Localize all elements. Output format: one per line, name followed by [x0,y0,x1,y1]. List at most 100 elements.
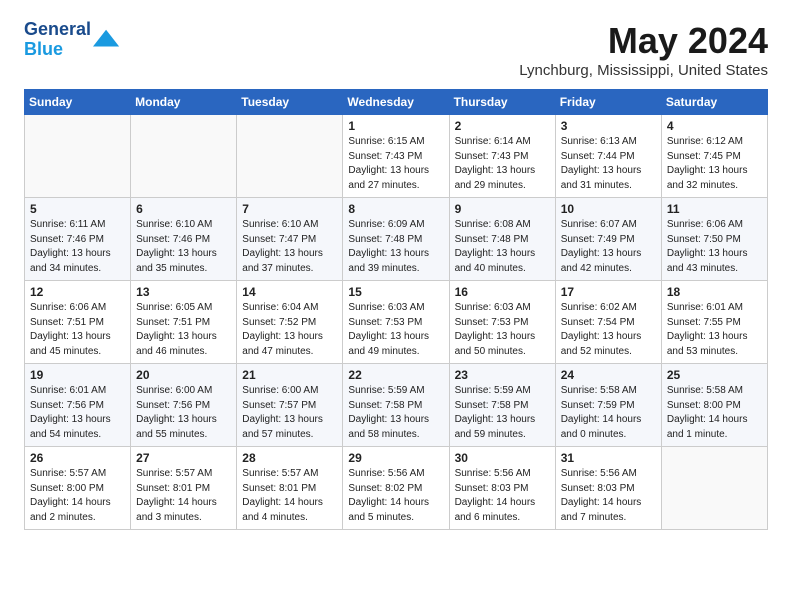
cell-text: Sunrise: 6:09 AMSunset: 7:48 PMDaylight:… [348,218,443,276]
day-number: 21 [242,368,337,382]
calendar-week-row: 26Sunrise: 5:57 AMSunset: 8:00 PMDayligh… [25,447,768,530]
cell-text: Sunrise: 5:59 AMSunset: 7:58 PMDaylight:… [348,384,443,442]
day-number: 25 [667,368,762,382]
day-number: 24 [561,368,656,382]
calendar-cell: 19 Sunrise: 6:01 AMSunset: 7:56 PMDayligh… [25,364,131,447]
cell-text: Sunrise: 6:10 AMSunset: 7:46 PMDaylight:… [136,218,231,276]
calendar-cell: 16 Sunrise: 6:03 AMSunset: 7:53 PMDayligh… [449,281,555,364]
day-number: 3 [561,119,656,133]
calendar-cell: 14 Sunrise: 6:04 AMSunset: 7:52 PMDayligh… [237,281,343,364]
calendar-page: GeneralBlue May 2024 Lynchburg, Mississi… [0,0,792,546]
calendar-cell: 8 Sunrise: 6:09 AMSunset: 7:48 PMDaylight… [343,198,449,281]
cell-text: Sunrise: 6:07 AMSunset: 7:49 PMDaylight:… [561,218,656,276]
day-number: 8 [348,202,443,216]
day-number: 20 [136,368,231,382]
calendar-cell: 6 Sunrise: 6:10 AMSunset: 7:46 PMDaylight… [131,198,237,281]
cell-text: Sunrise: 6:06 AMSunset: 7:50 PMDaylight:… [667,218,762,276]
calendar-cell: 11 Sunrise: 6:06 AMSunset: 7:50 PMDayligh… [661,198,767,281]
day-number: 6 [136,202,231,216]
day-number: 18 [667,285,762,299]
calendar-cell: 12 Sunrise: 6:06 AMSunset: 7:51 PMDayligh… [25,281,131,364]
weekday-header-monday: Monday [131,90,237,115]
day-number: 11 [667,202,762,216]
day-number: 12 [30,285,125,299]
cell-text: Sunrise: 6:15 AMSunset: 7:43 PMDaylight:… [348,135,443,193]
day-number: 9 [455,202,550,216]
day-number: 27 [136,451,231,465]
calendar-cell: 2 Sunrise: 6:14 AMSunset: 7:43 PMDaylight… [449,115,555,198]
calendar-cell: 23Sunrise: 5:59 AMSunset: 7:58 PMDayligh… [449,364,555,447]
calendar-cell: 13Sunrise: 6:05 AMSunset: 7:51 PMDayligh… [131,281,237,364]
day-number: 19 [30,368,125,382]
weekday-header-saturday: Saturday [661,90,767,115]
day-number: 30 [455,451,550,465]
calendar-week-row: 19 Sunrise: 6:01 AMSunset: 7:56 PMDayligh… [25,364,768,447]
logo-text: GeneralBlue [24,20,91,60]
calendar-cell: 17 Sunrise: 6:02 AMSunset: 7:54 PMDayligh… [555,281,661,364]
day-number: 26 [30,451,125,465]
cell-text: Sunrise: 6:05 AMSunset: 7:51 PMDaylight:… [136,301,231,359]
cell-text: Sunrise: 6:04 AMSunset: 7:52 PMDaylight:… [242,301,337,359]
calendar-cell: 24 Sunrise: 5:58 AMSunset: 7:59 PMDayligh… [555,364,661,447]
header: GeneralBlue May 2024 Lynchburg, Mississi… [24,20,768,79]
cell-text: Sunrise: 6:00 AMSunset: 7:57 PMDaylight:… [242,384,337,442]
logo-icon [93,26,121,54]
cell-text: Sunrise: 5:56 AMSunset: 8:02 PMDaylight:… [348,467,443,525]
calendar-cell: 10Sunrise: 6:07 AMSunset: 7:49 PMDayligh… [555,198,661,281]
calendar-cell [237,115,343,198]
weekday-header-row: SundayMondayTuesdayWednesdayThursdayFrid… [25,90,768,115]
calendar-week-row: 5Sunrise: 6:11 AMSunset: 7:46 PMDaylight… [25,198,768,281]
cell-text: Sunrise: 6:12 AMSunset: 7:45 PMDaylight:… [667,135,762,193]
day-number: 15 [348,285,443,299]
calendar-cell: 22 Sunrise: 5:59 AMSunset: 7:58 PMDayligh… [343,364,449,447]
calendar-cell: 29 Sunrise: 5:56 AMSunset: 8:02 PMDayligh… [343,447,449,530]
calendar-cell: 26Sunrise: 5:57 AMSunset: 8:00 PMDayligh… [25,447,131,530]
calendar-table: SundayMondayTuesdayWednesdayThursdayFrid… [24,89,768,530]
calendar-cell: 20 Sunrise: 6:00 AMSunset: 7:56 PMDayligh… [131,364,237,447]
calendar-cell: 25 Sunrise: 5:58 AMSunset: 8:00 PMDayligh… [661,364,767,447]
calendar-cell: 4Sunrise: 6:12 AMSunset: 7:45 PMDaylight… [661,115,767,198]
cell-text: Sunrise: 6:10 AMSunset: 7:47 PMDaylight:… [242,218,337,276]
calendar-cell: 9 Sunrise: 6:08 AMSunset: 7:48 PMDaylight… [449,198,555,281]
weekday-header-friday: Friday [555,90,661,115]
cell-text: Sunrise: 5:56 AMSunset: 8:03 PMDaylight:… [561,467,656,525]
day-number: 29 [348,451,443,465]
calendar-cell: 30 Sunrise: 5:56 AMSunset: 8:03 PMDayligh… [449,447,555,530]
calendar-week-row: 12 Sunrise: 6:06 AMSunset: 7:51 PMDayligh… [25,281,768,364]
calendar-cell [25,115,131,198]
calendar-cell: 28Sunrise: 5:57 AMSunset: 8:01 PMDayligh… [237,447,343,530]
logo: GeneralBlue [24,20,121,60]
weekday-header-thursday: Thursday [449,90,555,115]
cell-text: Sunrise: 6:03 AMSunset: 7:53 PMDaylight:… [348,301,443,359]
cell-text: Sunrise: 6:14 AMSunset: 7:43 PMDaylight:… [455,135,550,193]
cell-text: Sunrise: 6:01 AMSunset: 7:55 PMDaylight:… [667,301,762,359]
cell-text: Sunrise: 6:03 AMSunset: 7:53 PMDaylight:… [455,301,550,359]
calendar-cell: 18 Sunrise: 6:01 AMSunset: 7:55 PMDayligh… [661,281,767,364]
calendar-cell: 7Sunrise: 6:10 AMSunset: 7:47 PMDaylight… [237,198,343,281]
weekday-header-sunday: Sunday [25,90,131,115]
cell-text: Sunrise: 6:01 AMSunset: 7:56 PMDaylight:… [30,384,125,442]
cell-text: Sunrise: 5:56 AMSunset: 8:03 PMDaylight:… [455,467,550,525]
day-number: 16 [455,285,550,299]
calendar-cell [131,115,237,198]
cell-text: Sunrise: 5:58 AMSunset: 7:59 PMDaylight:… [561,384,656,442]
month-title: May 2024 [519,20,768,62]
cell-text: Sunrise: 6:06 AMSunset: 7:51 PMDaylight:… [30,301,125,359]
day-number: 14 [242,285,337,299]
calendar-cell: 1Sunrise: 6:15 AMSunset: 7:43 PMDaylight… [343,115,449,198]
day-number: 23 [455,368,550,382]
cell-text: Sunrise: 5:57 AMSunset: 8:01 PMDaylight:… [242,467,337,525]
day-number: 2 [455,119,550,133]
day-number: 17 [561,285,656,299]
calendar-cell: 27Sunrise: 5:57 AMSunset: 8:01 PMDayligh… [131,447,237,530]
calendar-cell: 21 Sunrise: 6:00 AMSunset: 7:57 PMDayligh… [237,364,343,447]
cell-text: Sunrise: 6:00 AMSunset: 7:56 PMDaylight:… [136,384,231,442]
calendar-week-row: 1Sunrise: 6:15 AMSunset: 7:43 PMDaylight… [25,115,768,198]
calendar-cell: 5Sunrise: 6:11 AMSunset: 7:46 PMDaylight… [25,198,131,281]
calendar-cell: 3 Sunrise: 6:13 AMSunset: 7:44 PMDaylight… [555,115,661,198]
cell-text: Sunrise: 5:58 AMSunset: 8:00 PMDaylight:… [667,384,762,442]
cell-text: Sunrise: 6:13 AMSunset: 7:44 PMDaylight:… [561,135,656,193]
cell-text: Sunrise: 6:02 AMSunset: 7:54 PMDaylight:… [561,301,656,359]
cell-text: Sunrise: 6:08 AMSunset: 7:48 PMDaylight:… [455,218,550,276]
day-number: 22 [348,368,443,382]
